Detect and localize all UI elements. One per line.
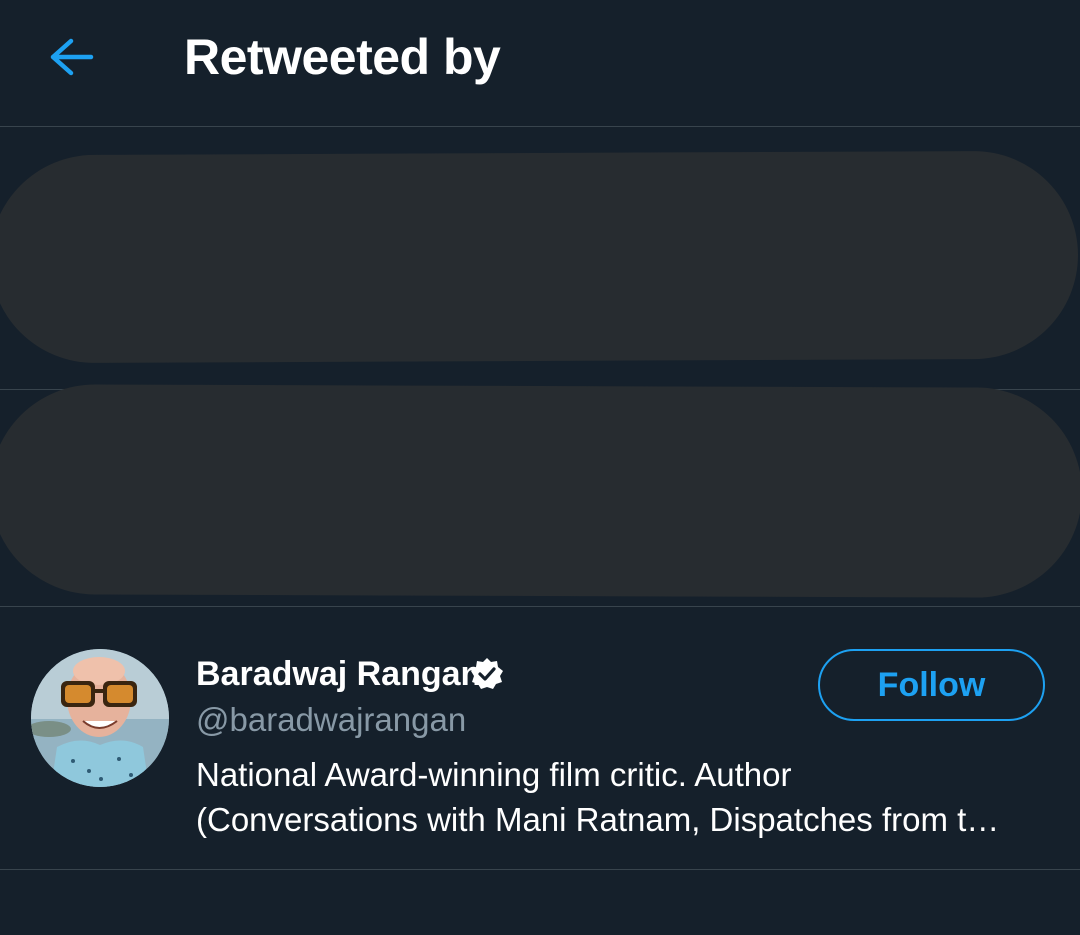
- verified-badge-icon: [471, 658, 503, 689]
- user-handle: @baradwajrangan: [196, 701, 467, 738]
- user-bio: National Award-winning film critic. Auth…: [196, 752, 1046, 842]
- bio-line: (Conversations with Mani Ratnam, Dispatc…: [196, 801, 1000, 838]
- redacted-user-row[interactable]: [0, 127, 1080, 390]
- bio-line: National Award-winning film critic. Auth…: [196, 756, 792, 793]
- back-button[interactable]: [30, 15, 114, 99]
- redaction-block: [0, 384, 1080, 598]
- page-title: Retweeted by: [184, 29, 501, 85]
- user-display-name: Baradwaj Rangan: [196, 655, 482, 693]
- arrow-left-icon: [50, 38, 94, 76]
- avatar[interactable]: [31, 649, 169, 787]
- user-list-item[interactable]: Baradwaj Rangan @baradwajrangan National…: [0, 607, 1080, 870]
- redaction-block: [0, 150, 1079, 364]
- top-app-bar: Retweeted by: [0, 0, 1080, 127]
- redacted-user-row[interactable]: [0, 384, 1080, 607]
- follow-button[interactable]: Follow: [818, 649, 1045, 721]
- retweeted-by-screen: Retweeted by Baradwaj Rangan @baradwajra…: [0, 0, 1080, 935]
